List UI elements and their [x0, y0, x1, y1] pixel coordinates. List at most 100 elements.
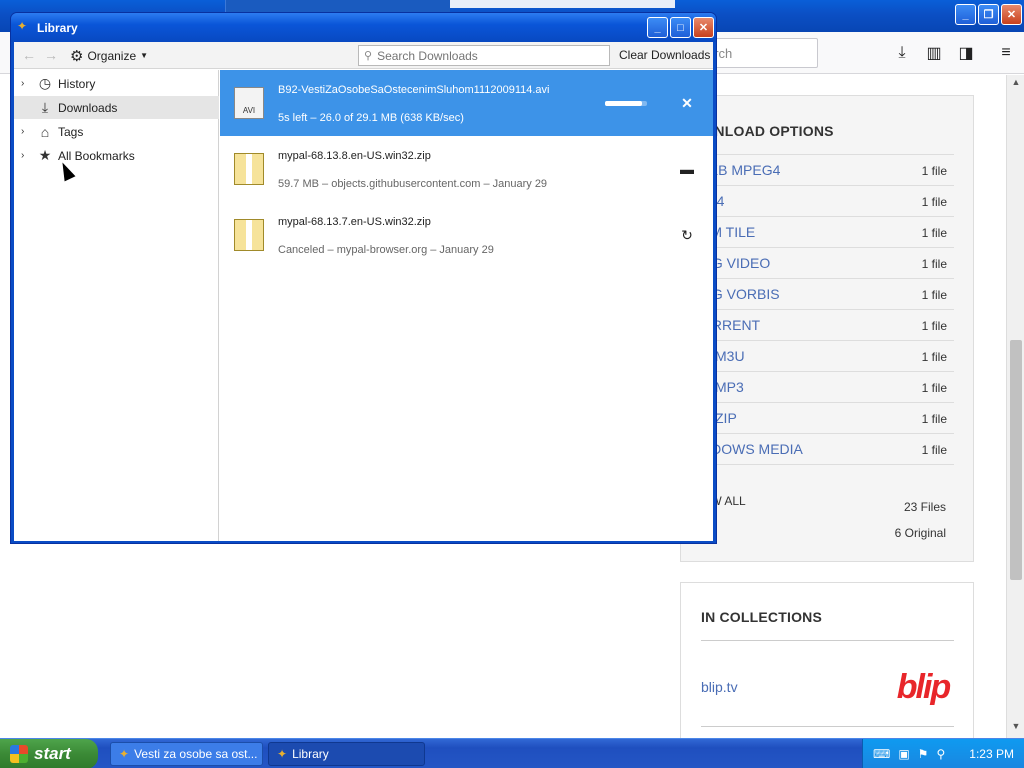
library-body: ← → ⚙ Organize ▼ ⚲ Clear Downloads › ◷ H… [14, 42, 713, 541]
dropdown-arrow-icon: ▼ [140, 51, 149, 60]
show-in-folder-icon[interactable]: ▬ [679, 161, 695, 177]
security-icon[interactable]: ⚑ [918, 747, 929, 761]
download-status: 59.7 MB – objects.githubusercontent.com … [278, 178, 548, 190]
clear-downloads-button[interactable]: Clear Downloads [619, 48, 710, 62]
download-filename: mypal-68.13.7.en-US.win32.zip [278, 216, 431, 228]
browser-close-button[interactable]: ✕ [1001, 4, 1022, 25]
avi-file-icon: AVI [234, 87, 264, 119]
download-option-row[interactable]: R M3U 1 file [701, 340, 954, 371]
downloads-search-field[interactable]: ⚲ [358, 45, 610, 66]
network-icon[interactable]: ▣ [898, 747, 909, 761]
file-count: 1 file [921, 412, 947, 426]
sidebar-item-label: History [58, 76, 96, 91]
scroll-up-icon[interactable]: ▲ [1009, 77, 1023, 91]
sidebar-item-label: All Bookmarks [58, 148, 135, 163]
library-icon[interactable]: ▥ [922, 41, 946, 65]
app-icon: ✦ [119, 747, 130, 761]
tag-icon: ⌂ [40, 123, 50, 140]
file-count: 1 file [921, 381, 947, 395]
library-window: ✦ Library _ □ ✕ ← → ⚙ Organize ▼ ⚲ Clear… [10, 12, 717, 544]
divider [701, 464, 954, 465]
browser-active-tab[interactable] [450, 0, 675, 8]
downloads-icon[interactable]: ⤓ [890, 41, 914, 65]
menu-icon[interactable]: ≡ [994, 41, 1018, 65]
system-tray: ⌨ ▣ ⚑ ⚲ 1:23 PM [862, 739, 1024, 768]
download-option-row[interactable]: EM TILE 1 file [701, 216, 954, 247]
zip-file-icon [234, 219, 264, 251]
sidebar-item-downloads[interactable]: ⤓ Downloads [14, 96, 219, 119]
forward-arrow-icon[interactable]: → [44, 47, 58, 63]
download-option-row[interactable]: GG VIDEO 1 file [701, 247, 954, 278]
sidebar-item-label: Downloads [58, 100, 118, 115]
organize-label: Organize [87, 48, 137, 63]
scrollbar-thumb[interactable] [1010, 340, 1022, 580]
download-filename: B92-VestiZaOsobeSaOstecenimSluhom1112009… [278, 84, 550, 96]
taskbar-item-library[interactable]: ✦ Library [268, 742, 425, 766]
scroll-down-icon[interactable]: ▼ [1009, 721, 1023, 735]
library-close-button[interactable]: ✕ [693, 17, 714, 38]
divider [701, 726, 954, 727]
windows-logo-icon [10, 745, 28, 763]
organize-button[interactable]: ⚙ Organize ▼ [70, 46, 148, 65]
collection-link[interactable]: blip.tv [701, 679, 738, 695]
keyboard-icon[interactable]: ⌨ [873, 747, 890, 761]
file-count: 1 file [921, 226, 947, 240]
cancel-download-icon[interactable]: ✕ [679, 95, 695, 111]
file-count: 1 file [921, 257, 947, 271]
sidebar-icon[interactable]: ◨ [954, 41, 978, 65]
library-minimize-button[interactable]: _ [647, 17, 668, 38]
download-option-row[interactable]: ORRENT 1 file [701, 309, 954, 340]
download-option-row[interactable]: 2641 file [701, 185, 954, 216]
start-button[interactable]: start [0, 739, 98, 768]
file-count: 1 file [921, 319, 947, 333]
browser-restore-button[interactable]: ❐ [978, 4, 999, 25]
expand-chevron-icon[interactable]: › [21, 78, 35, 89]
browser-search-field[interactable]: arch [700, 38, 818, 68]
sidebar-item-all-bookmarks[interactable]: › ★ All Bookmarks [14, 144, 219, 167]
divider [701, 640, 954, 641]
file-count: 1 file [921, 164, 947, 178]
zip-file-icon [234, 153, 264, 185]
expand-chevron-icon[interactable]: › [21, 150, 35, 161]
taskbar-item-browser[interactable]: ✦ Vesti za osobe sa ost... [110, 742, 263, 766]
page-scrollbar[interactable]: ▲ ▼ [1006, 75, 1024, 738]
app-icon: ✦ [17, 19, 28, 33]
search-icon: ⚲ [364, 50, 373, 62]
search-icon[interactable]: ⚲ [936, 747, 945, 761]
sidebar-item-history[interactable]: › ◷ History [14, 72, 219, 95]
download-item[interactable]: mypal-68.13.8.en-US.win32.zip 59.7 MB – … [220, 136, 713, 202]
start-label: start [34, 744, 71, 763]
expand-chevron-icon[interactable]: › [21, 126, 35, 137]
download-icon: ⤓ [41, 99, 49, 115]
blip-logo[interactable]: blip [891, 657, 955, 717]
total-files: 23 Files [903, 500, 946, 514]
download-option-row[interactable]: 2KB MPEG4 1 file [701, 154, 954, 185]
file-count: 1 file [921, 443, 947, 457]
download-option-row[interactable]: NDOWS MEDIA 1 file [701, 433, 954, 464]
sidebar-item-label: Tags [58, 124, 84, 139]
download-option-row[interactable]: R MP3 1 file [701, 371, 954, 402]
back-arrow-icon[interactable]: ← [22, 47, 36, 63]
library-titlebar[interactable]: ✦ Library _ □ ✕ [11, 13, 716, 42]
app-icon: ✦ [277, 747, 288, 761]
library-maximize-button[interactable]: □ [670, 17, 691, 38]
browser-minimize-button[interactable]: _ [955, 4, 976, 25]
clock: 1:23 PM [969, 747, 1014, 761]
download-option-row[interactable]: GG VORBIS 1 file [701, 278, 954, 309]
library-sidebar: › ◷ History ⤓ Downloads › ⌂ Tags › ★ All… [14, 70, 219, 541]
taskbar-item-label: Vesti za osobe sa ost... [134, 747, 258, 761]
download-status: Canceled – mypal-browser.org – January 2… [278, 244, 494, 256]
download-status: 5s left – 26.0 of 29.1 MB (638 KB/sec) [278, 112, 464, 124]
download-options-heading: WNLOAD OPTIONS [701, 123, 834, 139]
retry-download-icon[interactable]: ↻ [679, 227, 695, 243]
gear-icon: ⚙ [70, 47, 84, 65]
download-item[interactable]: mypal-68.13.7.en-US.win32.zip Canceled –… [220, 202, 713, 268]
collections-heading: IN COLLECTIONS [701, 609, 823, 625]
file-count: 1 file [921, 350, 947, 364]
download-option-row[interactable]: R ZIP 1 file [701, 402, 954, 433]
download-filename: mypal-68.13.8.en-US.win32.zip [278, 150, 431, 162]
sidebar-item-tags[interactable]: › ⌂ Tags [14, 120, 219, 143]
download-item[interactable]: AVI B92-VestiZaOsobeSaOstecenimSluhom111… [220, 70, 713, 136]
downloads-search-input[interactable] [377, 48, 598, 63]
clock-icon: ◷ [38, 75, 52, 91]
